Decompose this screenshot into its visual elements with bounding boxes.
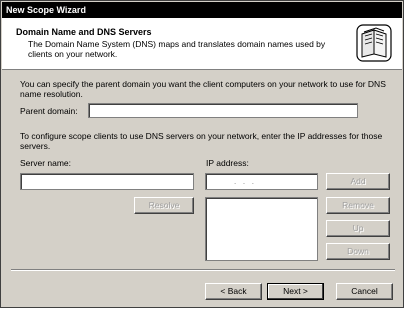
parent-domain-input[interactable]	[88, 103, 358, 118]
window-title: New Scope Wizard	[6, 5, 86, 15]
down-button[interactable]: Down	[326, 243, 390, 260]
wizard-header: Domain Name and DNS Servers The Domain N…	[2, 18, 402, 70]
header-description: The Domain Name System (DNS) maps and tr…	[28, 39, 326, 59]
resolve-button[interactable]: Resolve	[134, 197, 194, 214]
footer-separator	[11, 269, 395, 271]
up-button[interactable]: Up	[326, 220, 390, 237]
add-button[interactable]: Add	[326, 173, 390, 190]
ip-address-label: IP address:	[206, 158, 249, 168]
book-pages-icon	[356, 24, 392, 62]
intro-text: You can specify the parent domain you wa…	[20, 79, 386, 99]
server-name-label: Server name:	[20, 158, 72, 168]
header-title: Domain Name and DNS Servers	[16, 27, 152, 37]
wizard-window: New Scope Wizard Domain Name and DNS Ser…	[0, 0, 404, 308]
back-button[interactable]: < Back	[205, 283, 262, 300]
dns-server-list[interactable]	[205, 197, 318, 261]
remove-button[interactable]: Remove	[326, 197, 390, 214]
next-button[interactable]: Next >	[267, 283, 324, 300]
title-bar[interactable]: New Scope Wizard	[2, 2, 402, 18]
server-name-input[interactable]	[20, 173, 194, 190]
configure-text: To configure scope clients to use DNS se…	[20, 131, 383, 151]
parent-domain-label: Parent domain:	[20, 106, 78, 116]
cancel-button[interactable]: Cancel	[336, 283, 393, 300]
ip-address-input[interactable]: . . .	[205, 173, 318, 190]
